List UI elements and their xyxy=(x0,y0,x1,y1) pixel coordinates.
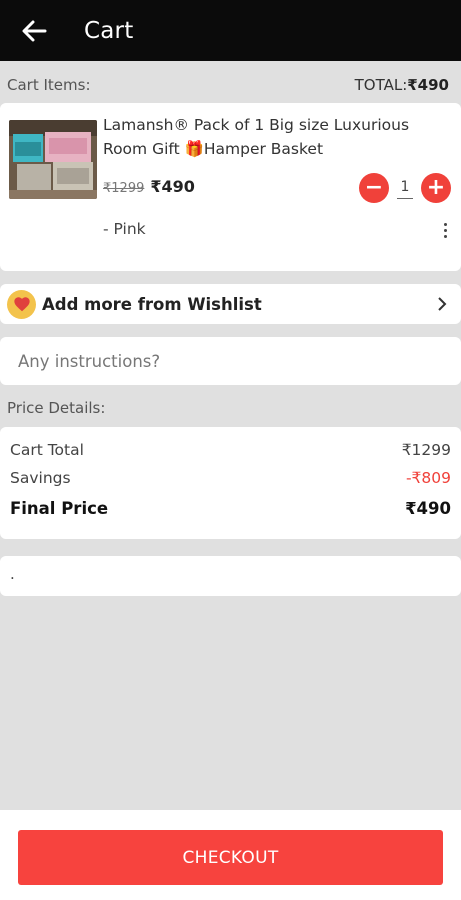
more-vert-icon xyxy=(443,223,447,226)
chevron-right-icon xyxy=(435,297,449,311)
decrease-quantity-button[interactable]: − xyxy=(359,173,389,203)
final-price-value: ₹490 xyxy=(405,499,451,518)
instructions-card xyxy=(0,337,461,385)
cart-total-row-value: ₹1299 xyxy=(401,441,451,459)
price-details-label: Price Details: xyxy=(7,399,106,417)
arrow-left-icon xyxy=(22,20,47,41)
product-image[interactable] xyxy=(9,120,97,199)
cart-total-label: TOTAL: xyxy=(354,76,408,94)
page-title: Cart xyxy=(84,17,134,44)
cart-total-value: ₹490 xyxy=(407,76,449,94)
product-title[interactable]: Lamansh® Pack of 1 Big size Luxurious Ro… xyxy=(103,113,433,161)
original-price: ₹1299 xyxy=(103,181,145,196)
add-from-wishlist-button[interactable]: Add more from Wishlist xyxy=(0,284,461,324)
back-button[interactable] xyxy=(17,14,51,48)
cart-total-row-label: Cart Total xyxy=(10,441,84,459)
cart-items-header: Cart Items: TOTAL:₹490 xyxy=(0,66,461,104)
instructions-input[interactable] xyxy=(18,337,448,385)
savings-value: -₹809 xyxy=(405,469,451,487)
cart-items-label: Cart Items: xyxy=(7,76,91,94)
cart-total: TOTAL:₹490 xyxy=(355,76,449,94)
wishlist-label: Add more from Wishlist xyxy=(42,294,262,314)
cart-total-row: Cart Total ₹1299 xyxy=(10,441,451,459)
note-card: . xyxy=(0,556,461,596)
savings-row: Savings -₹809 xyxy=(10,469,451,487)
sale-price: ₹490 xyxy=(150,177,195,196)
increase-quantity-button[interactable]: + xyxy=(421,173,451,203)
savings-label: Savings xyxy=(10,469,71,487)
item-more-menu[interactable] xyxy=(437,220,453,242)
price-details-card: Cart Total ₹1299 Savings -₹809 Final Pri… xyxy=(0,427,461,539)
quantity-stepper: − 1 + xyxy=(359,173,451,203)
wishlist-badge xyxy=(7,289,36,319)
final-price-label: Final Price xyxy=(10,499,109,518)
price-row: ₹1299 ₹490 xyxy=(103,177,195,196)
final-price-row: Final Price ₹490 xyxy=(10,499,451,518)
checkout-button[interactable]: CHECKOUT xyxy=(18,830,443,885)
note-text: . xyxy=(10,565,15,583)
footer-bar: CHECKOUT xyxy=(0,810,461,900)
app-bar: Cart xyxy=(0,0,461,61)
heart-icon xyxy=(13,297,30,312)
product-variant: - Pink xyxy=(103,220,146,238)
quantity-value: 1 xyxy=(397,179,413,199)
